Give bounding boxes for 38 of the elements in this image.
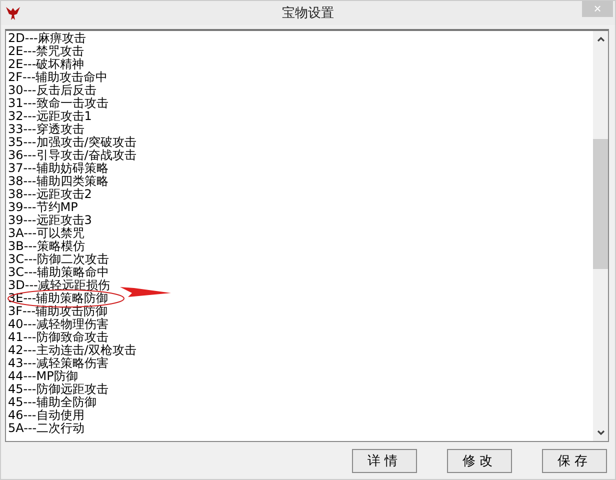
list-item[interactable]: 44---MP防御 [8, 370, 593, 383]
list-item[interactable]: 2E---禁咒攻击 [8, 45, 593, 58]
list-item[interactable]: 37---辅助妨碍策略 [8, 162, 593, 175]
list-item[interactable]: 39---远距攻击3 [8, 214, 593, 227]
list-item[interactable]: 41---防御致命攻击 [8, 331, 593, 344]
list-item[interactable]: 38---远距攻击2 [8, 188, 593, 201]
scroll-thumb[interactable] [593, 139, 608, 269]
window-title: 宝物设置 [282, 5, 334, 22]
scroll-down-icon[interactable] [596, 428, 606, 438]
dialog-button[interactable]: 详情 [352, 449, 417, 473]
list-item[interactable]: 38---辅助四类策略 [8, 175, 593, 188]
list-item[interactable]: 2E---破坏精神 [8, 58, 593, 71]
list-item[interactable]: 3D---减轻远距损伤 [8, 279, 593, 292]
scroll-up-icon[interactable] [596, 34, 606, 44]
list-item[interactable]: 45---防御远距攻击 [8, 383, 593, 396]
list-item[interactable]: 5A---二次行动 [8, 422, 593, 435]
list-item[interactable]: 33---穿透攻击 [8, 123, 593, 136]
dialog-button[interactable]: 保存 [542, 449, 607, 473]
list-item[interactable]: 36---引导攻击/奋战攻击 [8, 149, 593, 162]
scrollbar[interactable] [593, 31, 608, 441]
list-item[interactable]: 31---致命一击攻击 [8, 97, 593, 110]
list-item[interactable]: 30---反击后反击 [8, 84, 593, 97]
list-item[interactable]: 3C---防御二次攻击 [8, 253, 593, 266]
list-item[interactable]: 3A---可以禁咒 [8, 227, 593, 240]
list-item[interactable]: 42---主动连击/双枪攻击 [8, 344, 593, 357]
list-item[interactable]: 39---节约MP [8, 201, 593, 214]
list-item[interactable]: 3C---辅助策略命中 [8, 266, 593, 279]
list-item[interactable]: 40---减轻物理伤害 [8, 318, 593, 331]
dialog-button[interactable]: 修改 [447, 449, 512, 473]
list-item[interactable]: 3B---策略模仿 [8, 240, 593, 253]
list-item[interactable]: 2F---辅助攻击命中 [8, 71, 593, 84]
bird-logo-icon [5, 5, 21, 21]
list-item[interactable]: 43---减轻策略伤害 [8, 357, 593, 370]
list-item[interactable]: 46---自动使用 [8, 409, 593, 422]
list-item[interactable]: 45---辅助全防御 [8, 396, 593, 409]
list-item[interactable]: 35---加强攻击/突破攻击 [8, 136, 593, 149]
list-item[interactable]: 2D---麻痹攻击 [8, 32, 593, 45]
list-item[interactable]: 32---远距攻击1 [8, 110, 593, 123]
